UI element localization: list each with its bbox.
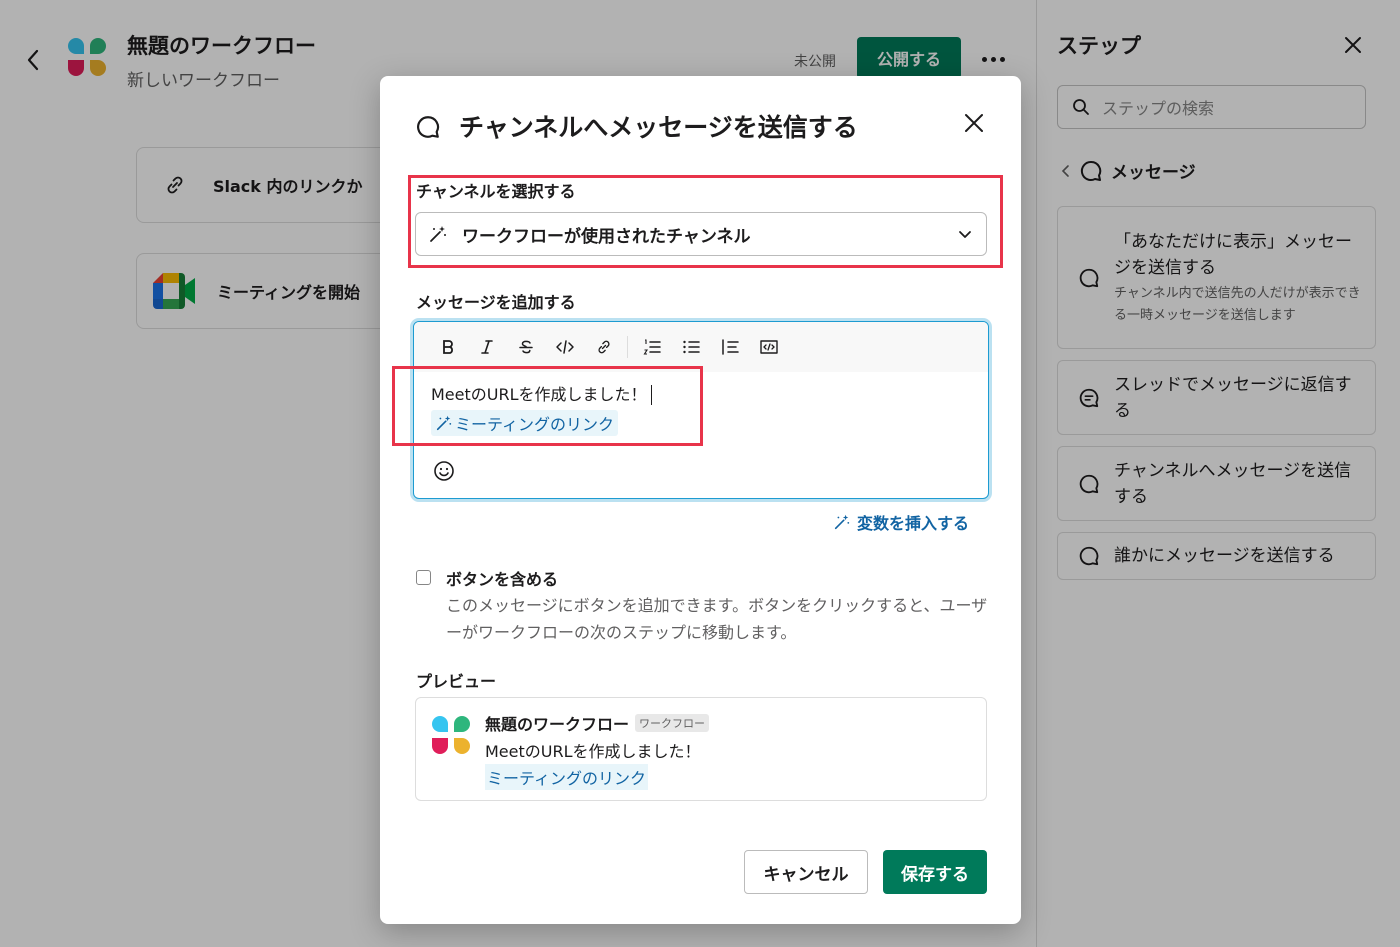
quote-icon[interactable]: [710, 332, 749, 362]
magic-wand-icon: [834, 514, 850, 530]
cancel-button[interactable]: キャンセル: [744, 850, 868, 894]
text-caret: [650, 385, 652, 405]
message-text: MeetのURLを作成しました！: [431, 385, 647, 404]
bold-icon[interactable]: [428, 332, 467, 362]
preview-text: MeetのURLを作成しました！: [485, 742, 701, 761]
include-button-checkbox[interactable]: [416, 570, 431, 585]
emoji-icon[interactable]: [433, 460, 455, 482]
modal-title: チャンネルへメッセージを送信する: [459, 113, 858, 142]
send-message-modal: チャンネルへメッセージを送信する チャンネルを選択する ワークフローが使用された…: [380, 76, 1021, 924]
message-editor[interactable]: MeetのURLを作成しました！ ミーティングのリンク: [413, 321, 989, 499]
insert-variable-link[interactable]: 変数を挿入する: [833, 510, 969, 534]
checkbox-description: このメッセージにボタンを追加できます。ボタンをクリックすると、ユーザーがワークフ…: [446, 596, 988, 642]
message-label: メッセージを追加する: [416, 293, 576, 312]
save-button[interactable]: 保存する: [883, 850, 987, 894]
magic-wand-icon: [436, 415, 452, 431]
italic-icon[interactable]: [467, 332, 506, 362]
bulleted-list-icon[interactable]: [671, 332, 710, 362]
message-icon: [415, 114, 441, 140]
preview-label: プレビュー: [416, 672, 497, 691]
preview-sender: 無題のワークフロー ワークフロー: [485, 711, 710, 735]
strikethrough-icon[interactable]: [506, 332, 545, 362]
chevron-down-icon: [959, 231, 971, 238]
editor-content[interactable]: MeetのURLを作成しました！ ミーティングのリンク: [431, 384, 652, 436]
channel-label: チャンネルを選択する: [416, 182, 576, 201]
code-block-icon[interactable]: [749, 332, 788, 362]
variable-chip-label: ミーティングのリンク: [455, 415, 615, 434]
magic-wand-icon: [430, 226, 446, 242]
preview-badge: ワークフロー: [635, 714, 710, 732]
message-preview: 無題のワークフロー ワークフロー MeetのURLを作成しました！ ミーティング…: [415, 697, 987, 801]
insert-variable-label: 変数を挿入する: [857, 514, 970, 533]
channel-select-value: ワークフローが使用されたチャンネル: [462, 226, 751, 247]
variable-chip[interactable]: ミーティングのリンク: [431, 410, 619, 436]
link-icon[interactable]: [584, 332, 623, 362]
preview-link: ミーティングのリンク: [485, 764, 649, 790]
code-icon[interactable]: [545, 332, 584, 362]
toolbar-divider: [627, 336, 628, 358]
ordered-list-icon[interactable]: [632, 332, 671, 362]
workflow-logo-icon: [430, 714, 474, 758]
formatting-toolbar: [414, 322, 988, 372]
preview-sender-name: 無題のワークフロー: [485, 715, 630, 734]
close-icon[interactable]: [963, 112, 985, 134]
checkbox-label: ボタンを含める: [446, 570, 559, 589]
channel-select[interactable]: ワークフローが使用されたチャンネル: [415, 212, 987, 256]
